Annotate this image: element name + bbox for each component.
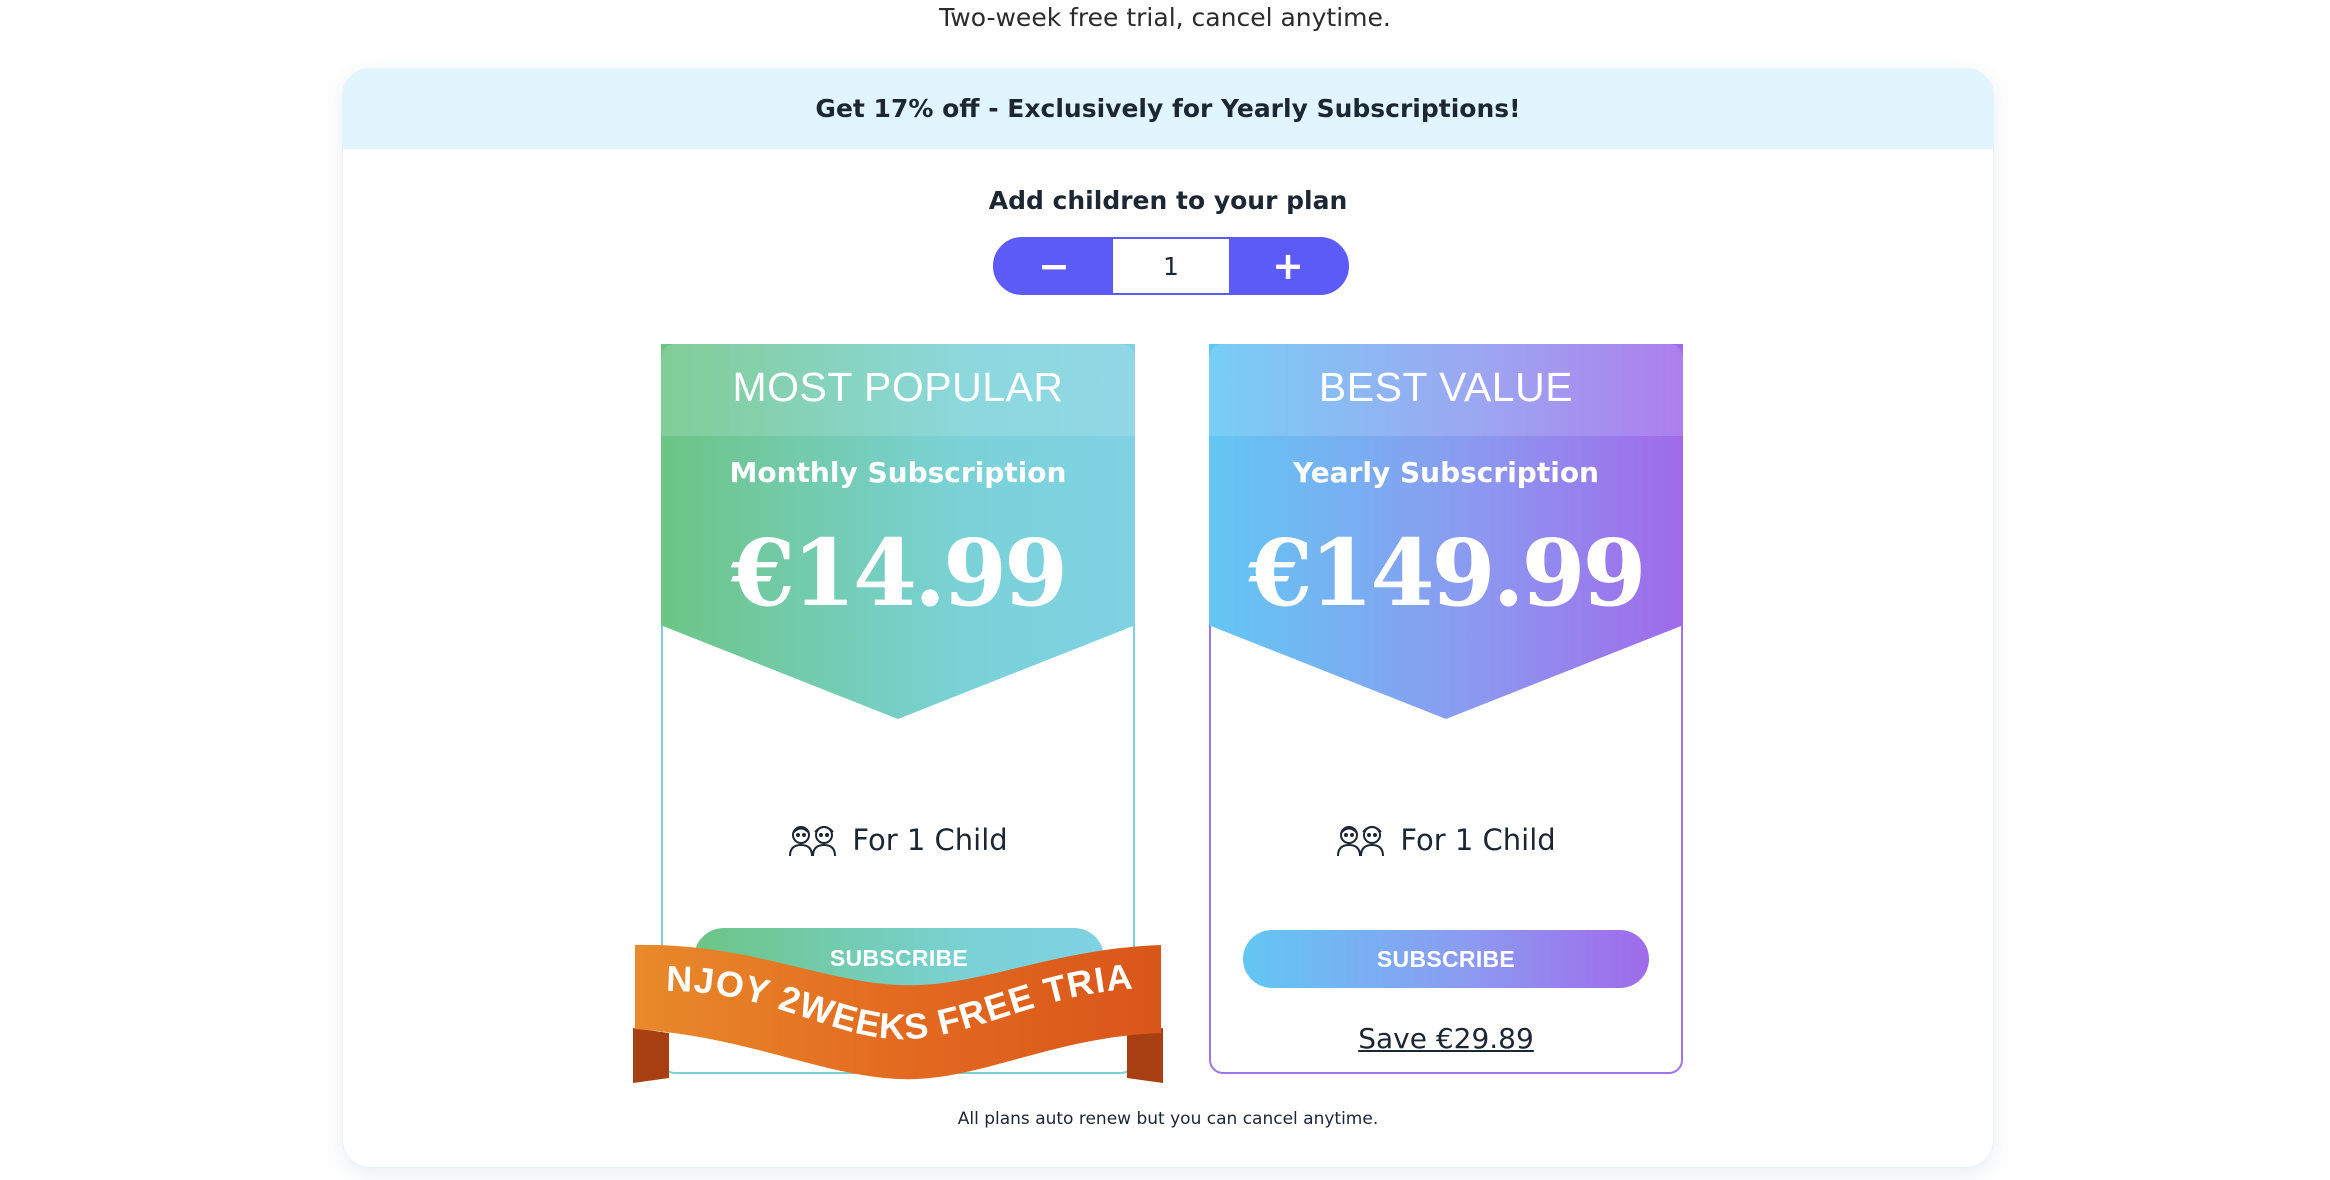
children-icon	[789, 826, 837, 857]
pricing-panel: Get 17% off - Exclusively for Yearly Sub…	[342, 68, 1994, 1168]
increment-button[interactable]: +	[1229, 239, 1347, 293]
plan-children-info: For 1 Child	[1211, 823, 1681, 857]
children-icon	[1337, 826, 1385, 857]
free-trial-ribbon: ENJOY 2WEEKS FREE TRIAL	[616, 900, 1167, 1103]
plan-name: Yearly Subscription	[1292, 456, 1599, 489]
plan-price: €149.99	[1248, 519, 1646, 627]
plan-header-monthly: MOST POPULAR Monthly Subscription €14.99	[661, 344, 1135, 719]
plan-card-yearly: BEST VALUE Yearly Subscription €149.99 F…	[1209, 344, 1683, 1074]
plan-children-label: For 1 Child	[852, 823, 1008, 857]
plan-children-info: For 1 Child	[663, 823, 1133, 857]
promo-banner: Get 17% off - Exclusively for Yearly Sub…	[343, 69, 1993, 149]
savings-link[interactable]: Save €29.89	[1211, 1022, 1681, 1055]
children-stepper: − 1 +	[993, 237, 1349, 295]
plan-name: Monthly Subscription	[729, 456, 1067, 489]
plan-price: €14.99	[730, 519, 1068, 627]
plan-badge: MOST POPULAR	[732, 364, 1064, 410]
children-selector-label: Add children to your plan	[988, 186, 1348, 215]
plan-header-yearly: BEST VALUE Yearly Subscription €149.99	[1209, 344, 1683, 719]
decrement-button[interactable]: −	[995, 239, 1113, 293]
children-count-input[interactable]: 1	[1113, 239, 1229, 293]
plan-children-label: For 1 Child	[1400, 823, 1556, 857]
page-tagline: Two-week free trial, cancel anytime.	[939, 3, 1391, 32]
subscribe-button-yearly[interactable]: SUBSCRIBE	[1243, 930, 1649, 988]
plan-badge: BEST VALUE	[1318, 364, 1574, 410]
auto-renew-note: All plans auto renew but you can cancel …	[957, 1109, 1379, 1129]
